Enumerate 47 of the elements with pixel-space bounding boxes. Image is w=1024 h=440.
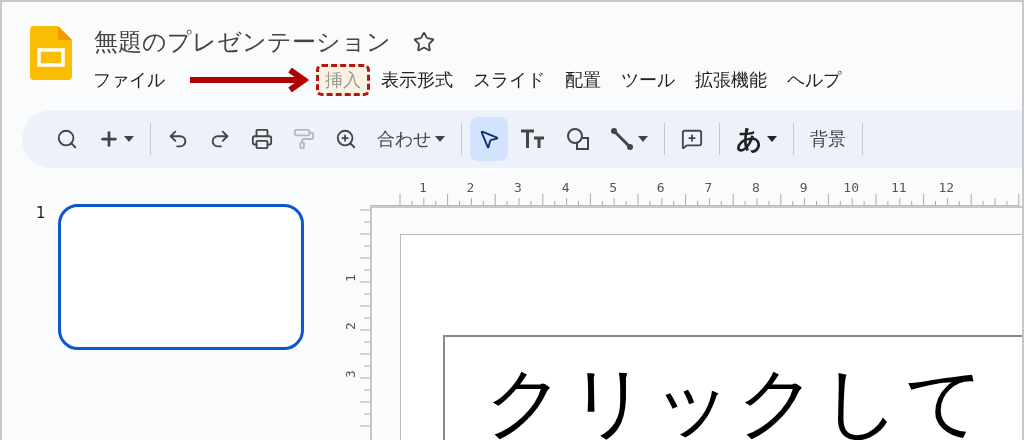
- text-box-icon: [520, 128, 546, 150]
- caret-icon: [767, 136, 777, 142]
- toolbar-button[interactable]: 合わせ: [369, 117, 453, 161]
- ruler-number: 8: [751, 180, 761, 195]
- line-icon: [610, 127, 634, 151]
- caret-icon: [435, 136, 445, 142]
- ruler-number: 10: [842, 180, 860, 195]
- caret-icon: [638, 136, 648, 142]
- ruler-number: 12: [937, 180, 956, 195]
- document-title[interactable]: 無題のプレゼンテーション: [94, 26, 391, 58]
- ruler-number: 3: [513, 180, 523, 195]
- ruler-number: 9: [798, 180, 809, 195]
- printer-icon: [251, 128, 273, 150]
- menu-item[interactable]: ツール: [612, 64, 684, 96]
- slide-thumbnail[interactable]: [57, 204, 304, 350]
- menu-item[interactable]: ヘルプ: [778, 64, 850, 96]
- ruler-number: 7: [703, 180, 714, 195]
- menu-item[interactable]: ファイル: [84, 64, 174, 96]
- toolbar-button[interactable]: あ: [728, 117, 785, 161]
- pointer-icon: [478, 128, 500, 150]
- ruler-number: 2: [341, 321, 359, 332]
- shapes-icon: [566, 127, 590, 151]
- redo-icon: [209, 128, 231, 150]
- toolbar-button[interactable]: [470, 117, 508, 161]
- menu-item[interactable]: 拡張機能: [686, 64, 776, 96]
- menu-item[interactable]: スライド: [464, 64, 554, 96]
- slides-logo-icon: [30, 26, 72, 80]
- ruler-number: 4: [560, 180, 571, 195]
- paint-roller-icon: [293, 128, 315, 150]
- toolbar-button[interactable]: 背景: [802, 117, 854, 161]
- ruler-number: 5: [608, 180, 619, 195]
- ruler-number: 1: [417, 180, 428, 195]
- search-icon: [56, 128, 78, 150]
- ruler-number: 2: [465, 180, 476, 195]
- add-comment-icon: [681, 128, 703, 150]
- plus-icon: [98, 128, 120, 150]
- undo-icon: [167, 128, 189, 150]
- star-icon[interactable]: [413, 31, 435, 53]
- menu-item[interactable]: 配置: [556, 64, 610, 96]
- ruler-number: 1: [341, 273, 359, 284]
- slide-number: 1: [36, 204, 46, 222]
- ruler-number: 11: [889, 180, 908, 195]
- ruler-number: 6: [655, 180, 666, 195]
- menu-item[interactable]: 表示形式: [372, 64, 462, 96]
- caret-icon: [124, 136, 134, 142]
- ruler-number: 3: [341, 369, 359, 380]
- zoom-in-icon: [335, 128, 357, 150]
